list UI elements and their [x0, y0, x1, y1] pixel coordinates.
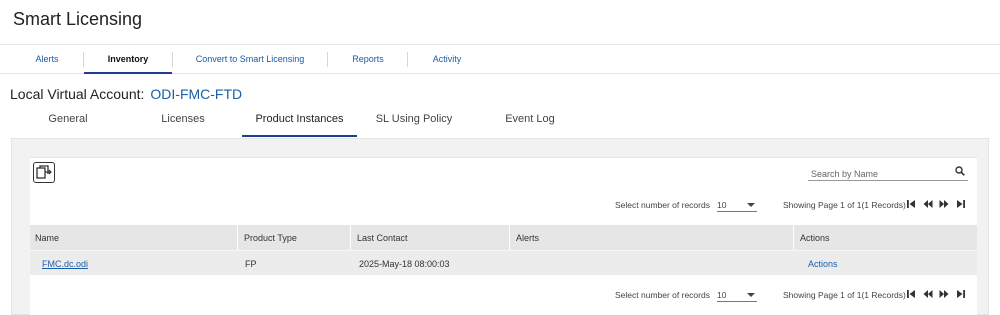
column-header-alerts[interactable]: Alerts — [516, 233, 539, 243]
page-status: Showing Page 1 of 1(1 Records) — [783, 200, 906, 210]
column-divider — [237, 225, 238, 250]
chevron-down-icon — [747, 203, 755, 207]
chevron-down-icon — [747, 293, 755, 297]
tab-divider — [407, 52, 408, 67]
table-header: Name Product Type Last Contact Alerts Ac… — [30, 225, 977, 250]
records-select[interactable]: 10 — [717, 287, 757, 302]
content-panel: Select number of records 10 Showing Page… — [11, 138, 989, 315]
search-icon[interactable] — [955, 166, 965, 176]
column-header-product-type[interactable]: Product Type — [244, 233, 297, 243]
product-type-cell: FP — [245, 259, 257, 269]
column-divider — [350, 225, 351, 250]
page-status: Showing Page 1 of 1(1 Records) — [783, 290, 906, 300]
sub-tab-bar: General Licenses Product Instances SL Us… — [0, 108, 1000, 138]
last-page-icon[interactable] — [956, 289, 966, 299]
product-instances-card: Select number of records 10 Showing Page… — [30, 157, 977, 315]
tab-licenses[interactable]: Licenses — [143, 108, 223, 137]
records-label: Select number of records — [615, 290, 710, 300]
tab-convert-to-smart-licensing[interactable]: Convert to Smart Licensing — [180, 45, 320, 74]
tab-sl-using-policy[interactable]: SL Using Policy — [368, 108, 460, 137]
last-contact-cell: 2025-May-18 08:00:03 — [359, 259, 450, 269]
records-select-value: 10 — [717, 200, 727, 210]
account-name[interactable]: ODI-FMC-FTD — [150, 86, 242, 102]
records-select-value: 10 — [717, 290, 727, 300]
column-divider — [509, 225, 510, 250]
records-select[interactable]: 10 — [717, 197, 757, 212]
first-page-icon[interactable] — [906, 289, 916, 299]
first-page-icon[interactable] — [906, 199, 916, 209]
next-page-icon[interactable] — [939, 199, 949, 209]
column-header-actions: Actions — [800, 233, 830, 243]
tab-divider — [172, 52, 173, 67]
pager-bottom: Select number of records 10 Showing Page… — [30, 286, 977, 304]
column-divider — [793, 225, 794, 250]
tab-general[interactable]: General — [28, 108, 108, 137]
product-instances-table: Name Product Type Last Contact Alerts Ac… — [30, 225, 977, 275]
search-field — [808, 164, 968, 182]
page-title: Smart Licensing — [13, 9, 143, 29]
last-page-icon[interactable] — [956, 199, 966, 209]
search-input[interactable] — [808, 166, 948, 182]
next-page-icon[interactable] — [939, 289, 949, 299]
actions-link[interactable]: Actions — [808, 259, 838, 269]
tab-alerts[interactable]: Alerts — [24, 45, 70, 74]
previous-page-icon[interactable] — [923, 199, 933, 209]
tab-product-instances[interactable]: Product Instances — [242, 108, 357, 137]
previous-page-icon[interactable] — [923, 289, 933, 299]
export-icon — [36, 165, 52, 179]
column-header-last-contact[interactable]: Last Contact — [357, 233, 408, 243]
instance-name-link[interactable]: FMC.dc.odi — [42, 259, 88, 269]
tab-activity[interactable]: Activity — [416, 45, 478, 74]
account-label: Local Virtual Account: — [10, 86, 145, 102]
column-header-name[interactable]: Name — [35, 233, 59, 243]
pager-top: Select number of records 10 Showing Page… — [30, 196, 977, 214]
top-tab-bar: Alerts Inventory Convert to Smart Licens… — [0, 44, 1000, 74]
tab-event-log[interactable]: Event Log — [490, 108, 570, 137]
export-button[interactable] — [33, 162, 55, 183]
table-row: FMC.dc.odi FP 2025-May-18 08:00:03 Actio… — [30, 250, 977, 275]
records-label: Select number of records — [615, 200, 710, 210]
tab-inventory[interactable]: Inventory — [84, 45, 172, 74]
tab-reports[interactable]: Reports — [336, 45, 400, 74]
tab-divider — [327, 52, 328, 67]
local-virtual-account: Local Virtual Account: ODI-FMC-FTD — [10, 86, 242, 102]
